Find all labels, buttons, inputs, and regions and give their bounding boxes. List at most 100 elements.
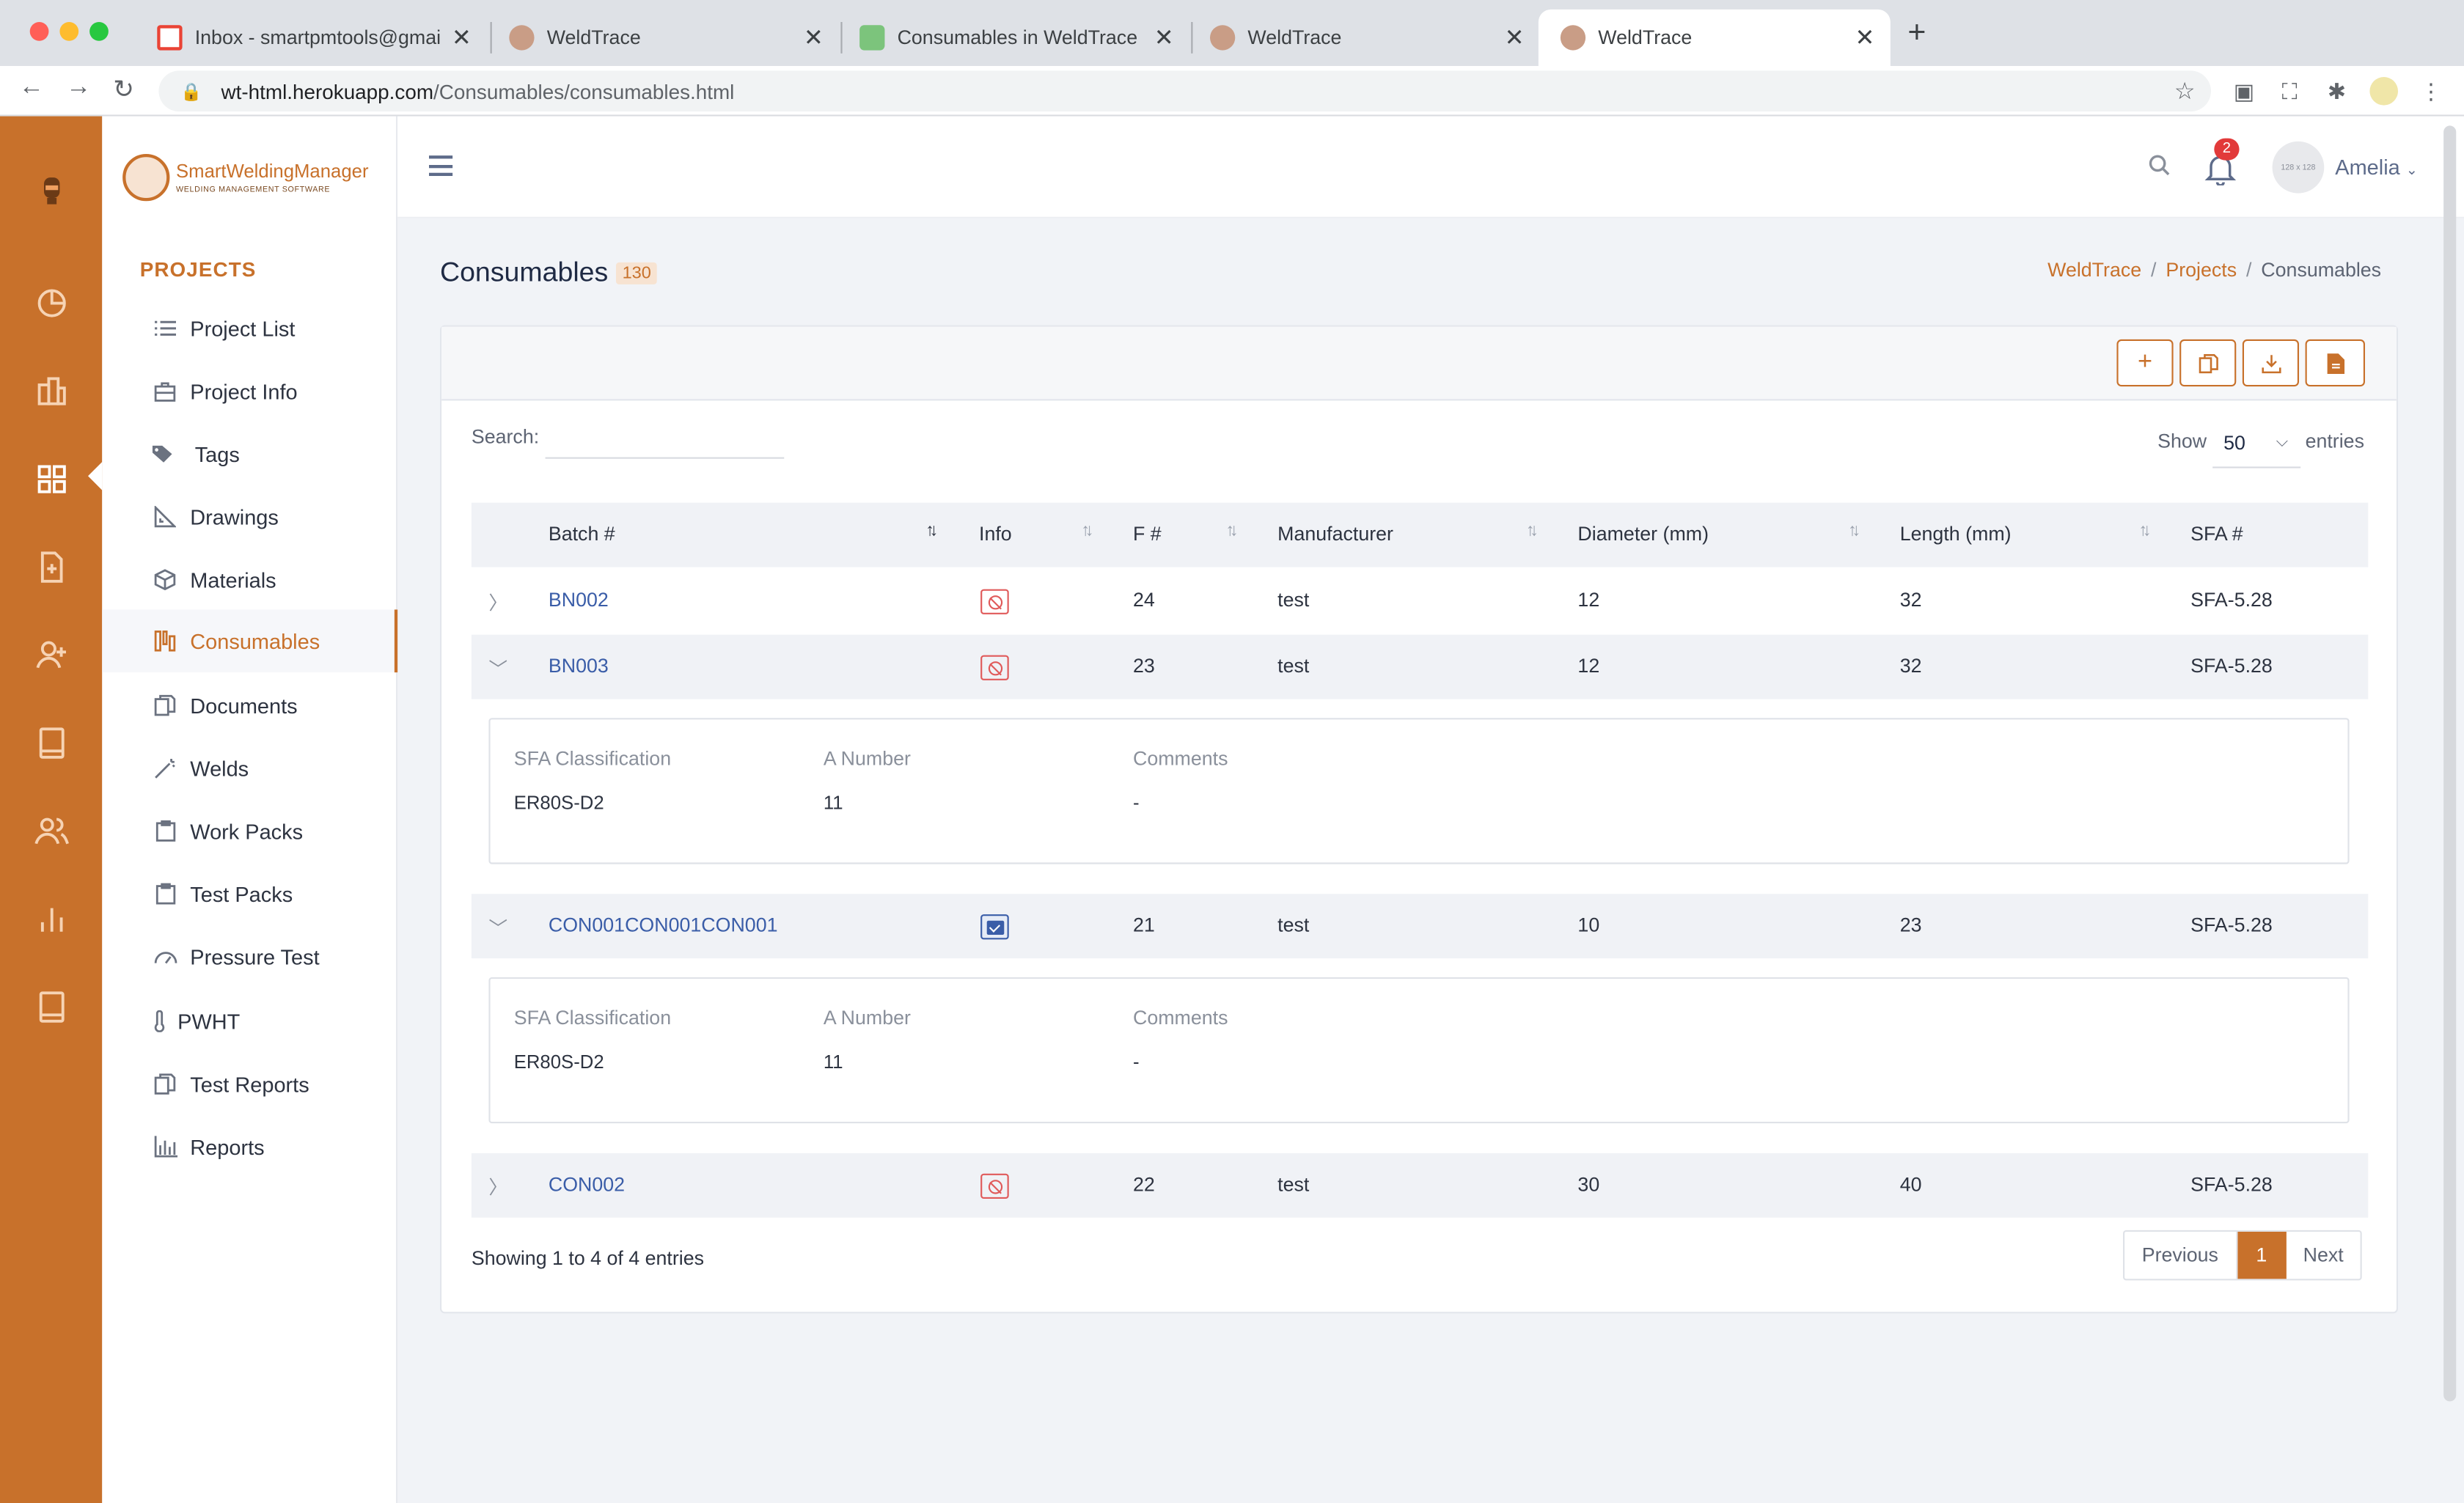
chevron-down-icon[interactable]: ﹀ (488, 655, 507, 682)
sidebar-item-test-packs[interactable]: Test Packs (102, 862, 397, 925)
column-f[interactable]: F # (1133, 523, 1162, 545)
batch-link[interactable]: BN002 (549, 589, 609, 611)
tab-weldtrace-2[interactable]: WeldTrace ✕ (1188, 10, 1540, 66)
download-button[interactable] (2242, 339, 2299, 387)
reload-icon[interactable]: ↻ (113, 74, 134, 106)
back-icon[interactable]: ← (19, 74, 44, 103)
pagination: Previous 1 Next (2123, 1230, 2363, 1281)
pie-chart-icon[interactable] (32, 282, 71, 321)
brand-logo[interactable]: SmartWeldingManager WELDING MANAGEMENT S… (122, 154, 369, 202)
extension-icon[interactable]: ▣ (2230, 77, 2259, 106)
close-tab-icon[interactable]: ✕ (452, 23, 472, 51)
sidebar-item-label: PWHT (177, 1009, 241, 1033)
sort-icon[interactable]: ↑↓ (1526, 521, 1539, 540)
page-size-select[interactable]: 50 ⌵ (2212, 421, 2301, 468)
tab-gmail[interactable]: Inbox - smartpmtools@gmail.com ✕ (135, 10, 487, 66)
table-row[interactable]: ﹀ CON001CON001CON001 21 test 10 23 SFA-5… (471, 894, 2369, 959)
clipboard-icon (153, 881, 177, 906)
url-field[interactable]: 🔒 wt-html.herokuapp.com/Consumables/cons… (158, 70, 2212, 112)
welder-mascot-icon[interactable] (32, 169, 71, 209)
previous-page-button[interactable]: Previous (2124, 1232, 2237, 1279)
list-icon (153, 316, 177, 341)
maximize-window-button[interactable] (89, 22, 109, 41)
show-label: Show (2157, 430, 2207, 453)
sort-asc-icon[interactable]: ↑↓ (925, 521, 938, 540)
bookmark-star-icon[interactable]: ☆ (2174, 77, 2196, 105)
sidebar-item-consumables[interactable]: Consumables (102, 609, 398, 673)
add-button[interactable]: + (2116, 339, 2174, 387)
sidebar-item-pressure-test[interactable]: Pressure Test (102, 925, 397, 988)
table-row[interactable]: ﹀ BN003 23 test 12 32 SFA-5.28 (471, 634, 2369, 699)
f-number: 22 (1133, 1173, 1155, 1196)
sidebar-item-drawings[interactable]: Drawings (102, 485, 397, 548)
users-icon[interactable] (32, 811, 71, 850)
batch-link[interactable]: CON001CON001CON001 (549, 914, 778, 936)
minimize-window-button[interactable] (59, 22, 79, 41)
hamburger-menu-icon[interactable] (429, 155, 453, 181)
sidebar-item-documents[interactable]: Documents (102, 674, 397, 737)
browser-menu-icon[interactable]: ⋮ (2417, 77, 2446, 106)
page-1-button[interactable]: 1 (2237, 1232, 2287, 1279)
profile-icon[interactable] (2369, 77, 2398, 106)
table-row[interactable]: 〉 CON002 22 test 30 40 SFA-5.28 (471, 1153, 2369, 1218)
forward-icon[interactable]: → (66, 74, 91, 103)
grid-apps-icon[interactable] (32, 459, 71, 499)
sidebar-item-tags[interactable]: Tags (102, 422, 397, 485)
batch-link[interactable]: BN003 (549, 655, 609, 677)
column-manufacturer[interactable]: Manufacturer (1277, 523, 1393, 545)
puzzle-extensions-icon[interactable]: ✱ (2322, 77, 2351, 106)
column-batch[interactable]: Batch # (549, 523, 615, 545)
sidebar-item-project-list[interactable]: Project List (102, 297, 397, 360)
sidebar-item-work-packs[interactable]: Work Packs (102, 800, 397, 863)
export-pdf-button[interactable] (2305, 339, 2365, 387)
tab-weldtrace-active[interactable]: WeldTrace ✕ (1538, 9, 1891, 67)
new-tab-button[interactable]: + (1907, 15, 1926, 51)
close-tab-icon[interactable]: ✕ (1505, 23, 1525, 51)
chevron-down-icon[interactable]: ﹀ (488, 914, 507, 941)
bar-chart-icon[interactable] (32, 899, 71, 938)
next-page-button[interactable]: Next (2286, 1232, 2361, 1279)
detail-label: Comments (1133, 747, 1228, 770)
sort-icon[interactable]: ↑↓ (1081, 521, 1093, 540)
tab-weldtrace-1[interactable]: WeldTrace ✕ (487, 10, 839, 66)
close-window-button[interactable] (29, 22, 49, 41)
sidebar-item-test-reports[interactable]: Test Reports (102, 1053, 397, 1116)
batch-link[interactable]: CON002 (549, 1174, 625, 1196)
sidebar-item-reports[interactable]: Reports (102, 1115, 397, 1178)
column-sfa[interactable]: SFA # (2190, 523, 2243, 545)
search-input[interactable] (545, 421, 785, 459)
close-tab-icon[interactable]: ✕ (1855, 23, 1874, 51)
chevron-right-icon[interactable]: 〉 (488, 1174, 507, 1200)
user-menu[interactable]: Amelia ⌄ (2335, 155, 2418, 179)
column-info[interactable]: Info (979, 523, 1012, 545)
sidebar-item-pwht[interactable]: PWHT (102, 990, 397, 1053)
manual-book-icon[interactable] (32, 987, 71, 1026)
copy-button[interactable] (2179, 339, 2237, 387)
book-icon[interactable] (32, 723, 71, 762)
sidebar-item-welds[interactable]: Welds (102, 737, 397, 800)
tab-title: WeldTrace (546, 26, 641, 49)
breadcrumb-projects[interactable]: Projects (2166, 260, 2237, 282)
diameter: 12 (1577, 655, 1600, 677)
breadcrumb-weldtrace[interactable]: WeldTrace (2047, 260, 2141, 282)
sort-icon[interactable]: ↑↓ (1225, 521, 1238, 540)
file-add-icon[interactable] (32, 547, 71, 587)
column-length[interactable]: Length (mm) (1900, 523, 2012, 545)
search-icon[interactable] (2148, 154, 2170, 184)
sort-icon[interactable]: ↑↓ (1848, 521, 1860, 540)
tab-consumables[interactable]: Consumables in WeldTrace ✕ (837, 10, 1189, 66)
close-tab-icon[interactable]: ✕ (1154, 23, 1174, 51)
avatar[interactable]: 128 x 128 (2272, 141, 2325, 194)
buildings-icon[interactable] (32, 371, 71, 411)
page-scrollbar[interactable] (2443, 125, 2457, 1402)
chevron-right-icon[interactable]: 〉 (488, 589, 507, 616)
user-add-icon[interactable] (32, 635, 71, 675)
column-diameter[interactable]: Diameter (mm) (1577, 523, 1709, 545)
manufacturer: test (1277, 1173, 1310, 1196)
table-row[interactable]: 〉 BN002 24 test 12 32 SFA-5.28 (472, 569, 2368, 633)
sidebar-item-project-info[interactable]: Project Info (102, 360, 397, 423)
sidebar-item-materials[interactable]: Materials (102, 548, 397, 611)
sort-icon[interactable]: ↑↓ (2138, 521, 2151, 540)
screenshot-icon[interactable]: ⛶ (2276, 77, 2304, 106)
close-tab-icon[interactable]: ✕ (804, 23, 824, 51)
